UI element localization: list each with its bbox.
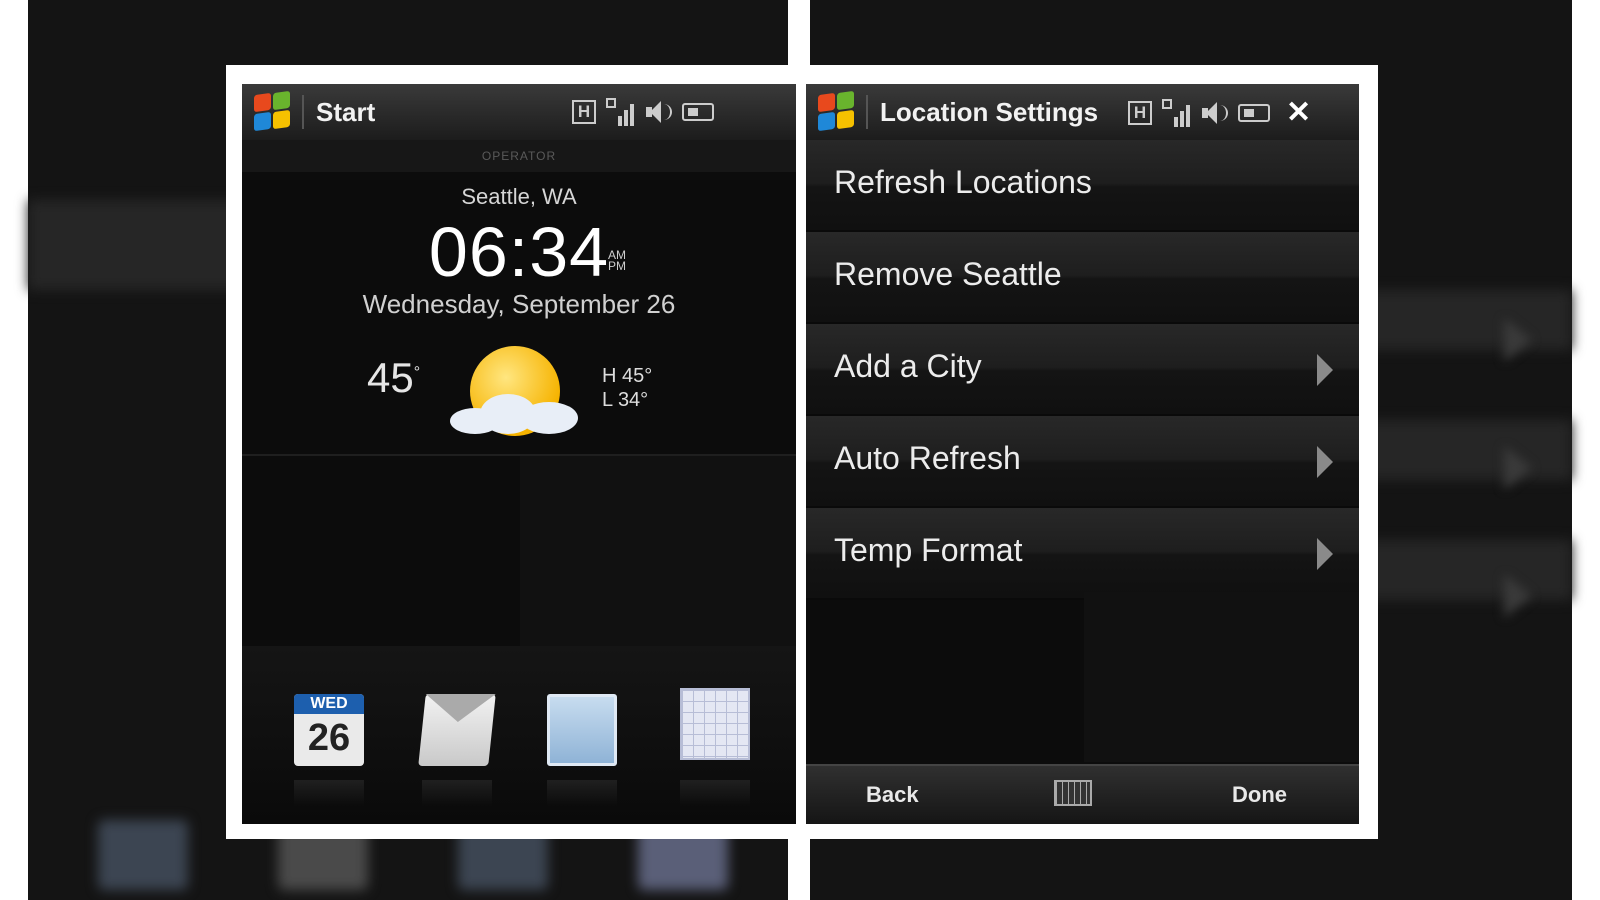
high-temp: H 45° — [602, 365, 653, 387]
blurred-chevron-icon — [1504, 318, 1532, 362]
chevron-right-icon — [1317, 354, 1333, 386]
menu-item-temp-format[interactable]: Temp Format — [806, 508, 1359, 600]
calendar-weekday: WED — [294, 694, 364, 714]
h-icon: H — [572, 100, 596, 124]
signal-icon — [1162, 99, 1190, 127]
home-titlebar: Start H — [242, 84, 796, 140]
calendar-day: 26 — [307, 717, 351, 759]
panel-shade — [1084, 592, 1359, 762]
back-button[interactable]: Back — [866, 782, 919, 808]
blurred-chevron-icon — [1504, 446, 1532, 490]
settings-menu: Refresh Locations Remove Seattle Add a C… — [806, 140, 1359, 600]
chevron-right-icon — [1317, 538, 1333, 570]
weather-location[interactable]: Seattle, WA — [242, 184, 796, 210]
messaging-icon[interactable] — [418, 694, 496, 766]
home-title: Start — [316, 96, 376, 127]
title-separator — [302, 95, 304, 129]
pictures-icon[interactable] — [547, 694, 617, 766]
status-icons[interactable]: H — [572, 98, 714, 126]
chevron-right-icon — [1317, 446, 1333, 478]
menu-item-auto-refresh[interactable]: Auto Refresh — [806, 416, 1359, 508]
blurred-chevron-icon — [1504, 574, 1532, 618]
menu-item-remove-seattle[interactable]: Remove Seattle — [806, 232, 1359, 324]
clock-ampm: AM PM — [608, 249, 626, 273]
pm-label: PM — [608, 259, 626, 273]
close-icon[interactable]: ✕ — [1286, 98, 1311, 128]
icon-reflection — [547, 780, 617, 806]
menu-item-label: Temp Format — [834, 532, 1023, 568]
menu-item-label: Auto Refresh — [834, 440, 1021, 476]
high-low-temps: H 45° L 34° — [602, 364, 652, 412]
temperature-value: 45 — [367, 354, 414, 401]
panel-shade — [520, 456, 796, 646]
blurred-background — [0, 0, 1600, 900]
signal-icon — [606, 98, 634, 126]
home-screen: Start H OPERATOR Seattle, WA 06:34 AM PM… — [242, 84, 796, 824]
menu-item-label: Refresh Locations — [834, 164, 1092, 200]
calendar-icon[interactable]: WED 26 — [294, 694, 364, 766]
grid-calendar-icon[interactable] — [680, 688, 750, 760]
menu-item-add-a-city[interactable]: Add a City — [806, 324, 1359, 416]
blurred-calendar-tile — [98, 820, 188, 890]
keyboard-icon[interactable] — [1054, 780, 1092, 806]
low-temp: L 34° — [602, 389, 649, 411]
volume-icon — [1200, 99, 1228, 127]
windows-start-icon[interactable] — [252, 90, 292, 132]
settings-titlebar: Location Settings H ✕ — [806, 84, 1359, 140]
current-temperature: 45° — [367, 354, 420, 402]
volume-icon — [644, 98, 672, 126]
battery-icon — [682, 103, 714, 121]
menu-item-label: Add a City — [834, 348, 982, 384]
home-dock: WED 26 — [242, 646, 796, 824]
location-settings-screen: Location Settings H ✕ Refresh Locations … — [806, 84, 1359, 824]
icon-reflection — [422, 780, 492, 806]
settings-title: Location Settings — [880, 96, 1099, 127]
h-icon: H — [1128, 101, 1152, 125]
menu-item-refresh-locations[interactable]: Refresh Locations — [806, 140, 1359, 232]
cloud-icon — [450, 390, 580, 434]
icon-reflection — [680, 780, 750, 806]
menu-item-label: Remove Seattle — [834, 256, 1062, 292]
status-icons[interactable]: H ✕ — [1128, 98, 1311, 128]
battery-icon — [1238, 104, 1270, 122]
windows-start-icon[interactable] — [816, 90, 856, 132]
icon-reflection — [294, 780, 364, 806]
clock-time[interactable]: 06:34 — [242, 212, 796, 292]
operator-bar: OPERATOR — [242, 140, 796, 172]
done-button[interactable]: Done — [1232, 782, 1287, 808]
degree-symbol: ° — [413, 364, 421, 381]
clock-date: Wednesday, September 26 — [362, 289, 676, 319]
softkey-bar: Back Done — [806, 764, 1359, 824]
title-separator — [866, 95, 868, 129]
